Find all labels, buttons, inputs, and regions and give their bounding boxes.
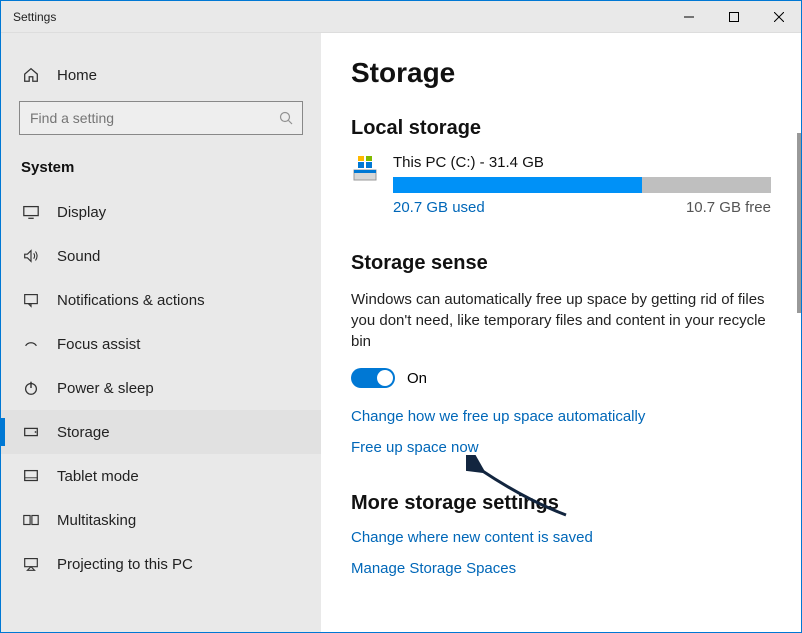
toggle-state-label: On (407, 370, 427, 387)
storage-icon (21, 422, 41, 442)
disk-row[interactable]: This PC (C:) - 31.4 GB 20.7 GB used 10.7… (351, 154, 771, 216)
notifications-icon (21, 290, 41, 310)
display-icon (21, 202, 41, 222)
nav-label: Power & sleep (57, 380, 154, 397)
nav-display[interactable]: Display (1, 190, 321, 234)
link-change-free-up[interactable]: Change how we free up space automaticall… (351, 408, 771, 425)
nav-label: Multitasking (57, 512, 136, 529)
maximize-icon (729, 12, 739, 22)
main-panel: Storage Local storage This PC (C:) - 31.… (321, 33, 801, 632)
close-icon (774, 12, 784, 22)
page-title: Storage (351, 57, 771, 89)
storage-sense-toggle[interactable] (351, 368, 395, 388)
nav-tablet-mode[interactable]: Tablet mode (1, 454, 321, 498)
link-change-where-saved[interactable]: Change where new content is saved (351, 529, 771, 546)
scrollbar-thumb[interactable] (797, 133, 801, 313)
more-storage-heading: More storage settings (351, 492, 771, 515)
nav-label: Sound (57, 248, 100, 265)
multitasking-icon (21, 510, 41, 530)
power-icon (21, 378, 41, 398)
minimize-button[interactable] (666, 1, 711, 33)
projecting-icon (21, 554, 41, 574)
storage-sense-heading: Storage sense (351, 252, 771, 275)
window-title: Settings (1, 10, 666, 24)
disk-usage-bar (393, 177, 771, 193)
disk-title: This PC (C:) - 31.4 GB (393, 154, 771, 171)
focus-assist-icon (21, 334, 41, 354)
minimize-icon (684, 12, 694, 22)
link-manage-storage-spaces[interactable]: Manage Storage Spaces (351, 560, 771, 577)
close-button[interactable] (756, 1, 801, 33)
search-icon (279, 111, 293, 125)
home-nav[interactable]: Home (1, 57, 321, 101)
nav-label: Focus assist (57, 336, 140, 353)
category-heading: System (1, 151, 321, 190)
local-storage-heading: Local storage (351, 117, 771, 140)
maximize-button[interactable] (711, 1, 756, 33)
nav-multitasking[interactable]: Multitasking (1, 498, 321, 542)
nav-label: Notifications & actions (57, 292, 205, 309)
nav-storage[interactable]: Storage (1, 410, 321, 454)
search-input[interactable] (19, 101, 303, 135)
storage-sense-description: Windows can automatically free up space … (351, 289, 771, 352)
tablet-icon (21, 466, 41, 486)
nav-label: Display (57, 204, 106, 221)
nav-label: Tablet mode (57, 468, 139, 485)
nav-sound[interactable]: Sound (1, 234, 321, 278)
disk-used-label: 20.7 GB used (393, 199, 485, 216)
nav-power-sleep[interactable]: Power & sleep (1, 366, 321, 410)
search-box[interactable] (19, 101, 303, 135)
sidebar: Home System Display Sound Notifications … (1, 33, 321, 632)
nav-projecting[interactable]: Projecting to this PC (1, 542, 321, 586)
title-bar: Settings (1, 1, 801, 33)
drive-icon (351, 156, 379, 184)
sound-icon (21, 246, 41, 266)
nav-label: Projecting to this PC (57, 556, 193, 573)
home-label: Home (57, 67, 97, 84)
nav-label: Storage (57, 424, 110, 441)
disk-free-label: 10.7 GB free (686, 199, 771, 216)
nav-notifications[interactable]: Notifications & actions (1, 278, 321, 322)
link-free-up-now[interactable]: Free up space now (351, 439, 771, 456)
home-icon (21, 65, 41, 85)
nav-focus-assist[interactable]: Focus assist (1, 322, 321, 366)
